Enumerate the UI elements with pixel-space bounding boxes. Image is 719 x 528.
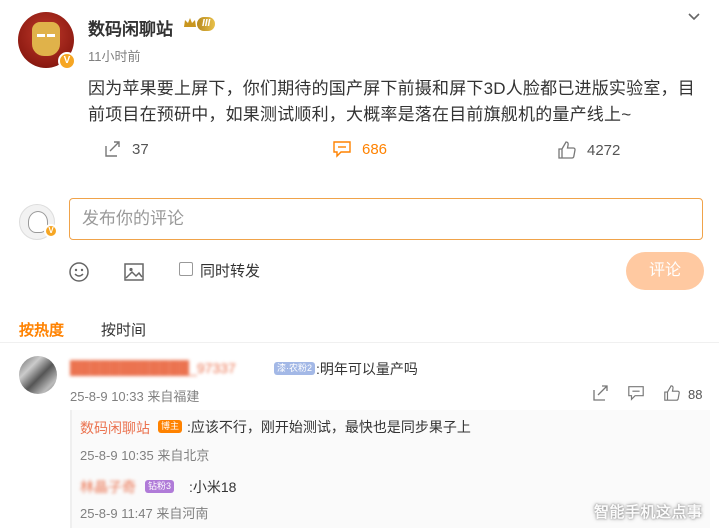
reply-text: :应该不行，刚开始测试，最快也是同步果子上: [187, 419, 471, 435]
post-time[interactable]: 11小时前: [88, 46, 141, 65]
like-count: 4272: [587, 141, 621, 159]
reply-author-name[interactable]: 数码闲聊站: [80, 418, 150, 438]
like-button[interactable]: 4272: [557, 140, 620, 160]
thumb-up-icon: [558, 141, 576, 159]
chevron-down-icon[interactable]: [686, 8, 702, 24]
tab-sort-hot[interactable]: 按热度: [19, 319, 64, 340]
reply-author-name[interactable]: 林晶子奇: [80, 477, 142, 493]
post-text: 因为苹果要上屏下，你们期待的国产屏下前摄和屏下3D人脸都已进版实验室，目前项目在…: [88, 79, 695, 124]
thumb-up-icon[interactable]: [663, 384, 681, 402]
repost-label[interactable]: 同时转发: [200, 260, 260, 281]
comment-input-box[interactable]: [69, 198, 703, 240]
member-level-badge: III: [197, 17, 216, 31]
reply-meta: 25-8-9 11:47 来自河南: [80, 506, 209, 521]
mask-eye-left: [37, 34, 45, 37]
reply-text: :小米18: [189, 479, 237, 495]
commenter-name[interactable]: ████████████_97337: [70, 360, 270, 376]
author-badge: 博主: [158, 420, 183, 433]
verified-icon: V: [58, 52, 76, 70]
image-icon[interactable]: [122, 260, 146, 284]
commenter-avatar[interactable]: [19, 356, 57, 394]
submit-comment-button[interactable]: 评论: [626, 252, 704, 290]
share-icon: [105, 141, 120, 157]
reply-thread-line: [70, 410, 72, 528]
comment-icon: [333, 141, 351, 158]
ironman-mask-image: [32, 22, 60, 56]
divider: [0, 342, 719, 343]
crown-icon: [184, 18, 196, 27]
comment-input[interactable]: [70, 199, 702, 239]
comment-like-count: 88: [688, 387, 703, 402]
share-button[interactable]: 37: [104, 140, 149, 158]
fan-badge: 漆·农粉2: [274, 362, 316, 375]
tab-sort-time[interactable]: 按时间: [101, 319, 146, 340]
comment-button[interactable]: 686: [332, 140, 387, 158]
repost-checkbox[interactable]: [179, 262, 193, 276]
author-name[interactable]: 数码闲聊站: [88, 15, 173, 40]
share-count: 37: [132, 140, 149, 158]
watermark: 智能手机这点事: [594, 504, 703, 521]
mask-eye-right: [47, 34, 55, 37]
reply-meta: 25-8-9 10:35 来自北京: [80, 448, 210, 463]
comment-icon[interactable]: [627, 384, 645, 402]
verified-icon: V: [44, 224, 58, 238]
comment-text: :明年可以量产吗: [316, 361, 418, 377]
emoji-icon[interactable]: [67, 260, 91, 284]
fan-badge: 钻粉3: [145, 480, 175, 493]
share-icon[interactable]: [592, 384, 610, 402]
comment-meta: 25-8-9 10:33 来自福建: [70, 389, 200, 404]
comment-count: 686: [362, 140, 388, 158]
